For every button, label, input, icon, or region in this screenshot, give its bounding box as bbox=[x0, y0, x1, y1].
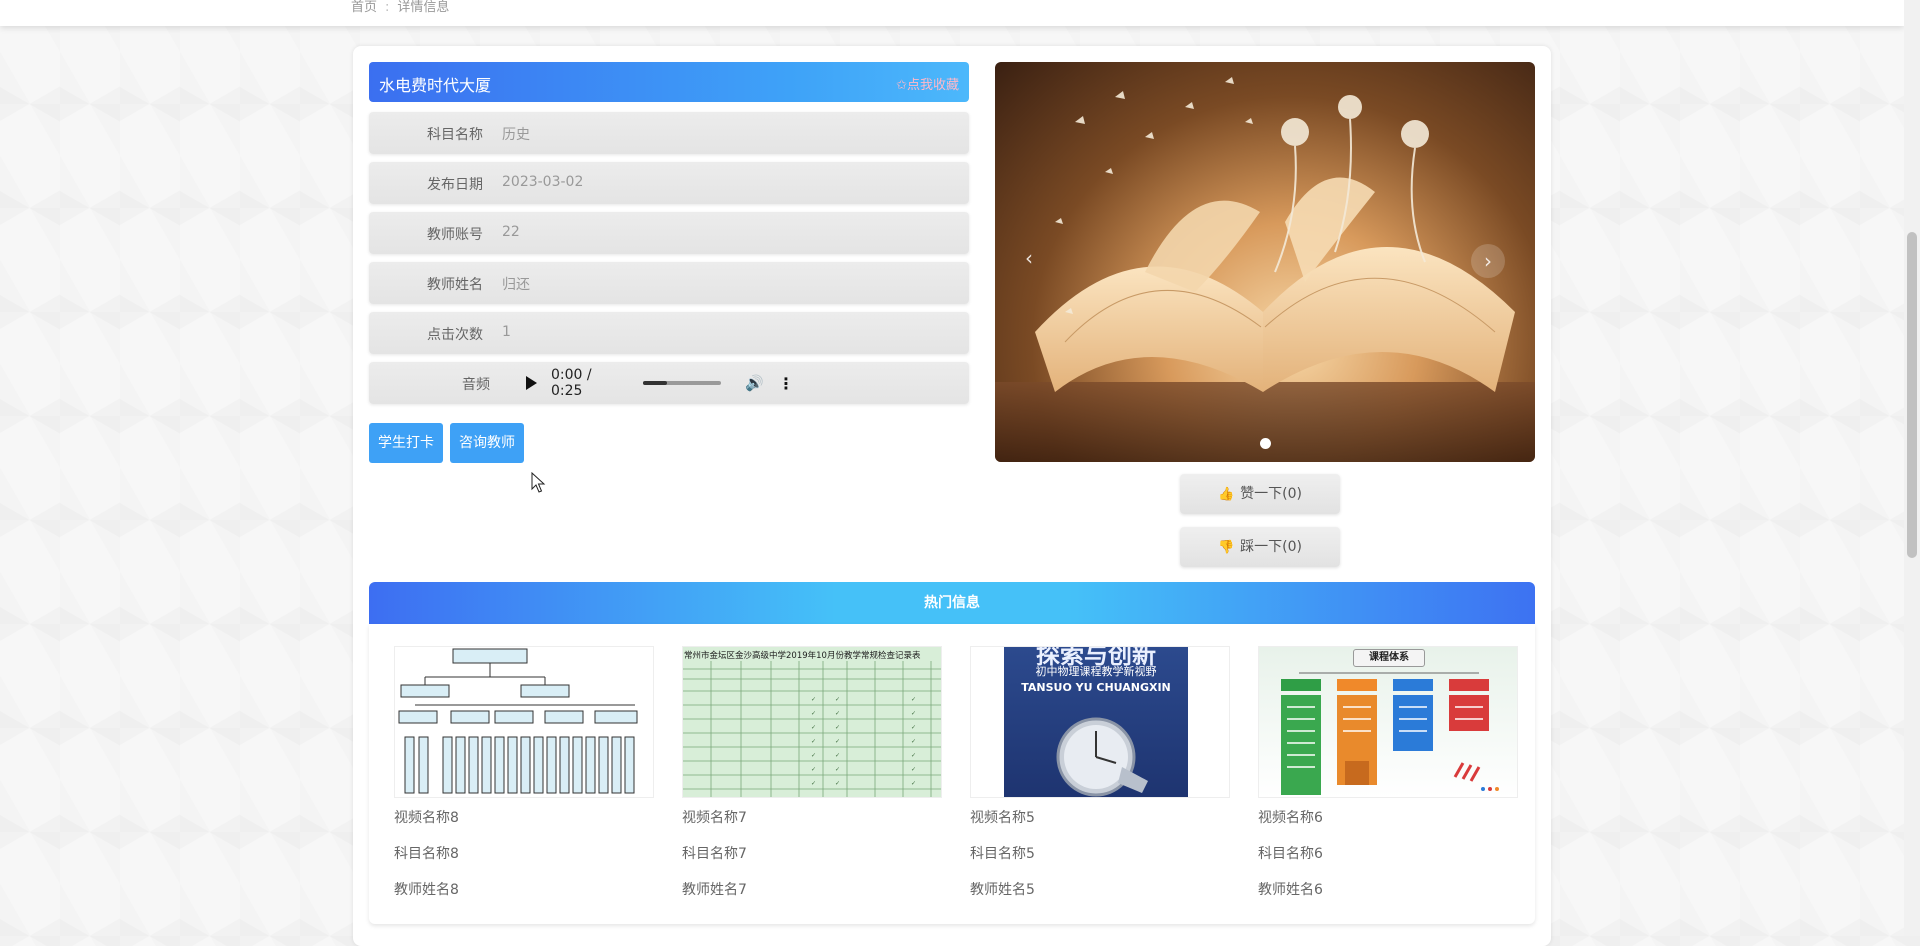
thumbs-down-icon: 👎 bbox=[1217, 540, 1235, 555]
favorite-button[interactable]: ✩点我收藏 bbox=[896, 74, 959, 93]
hot-item-name[interactable]: 视频名称8 bbox=[394, 800, 654, 836]
book-cover-image: 探索与创新 初中物理课程教学新视野 TANSUO YU CHUANGXIN bbox=[1004, 647, 1188, 797]
audio-progress-fill bbox=[643, 381, 667, 385]
svg-text:✓: ✓ bbox=[835, 710, 840, 717]
thumbnail-title: 课程体系 bbox=[1353, 649, 1425, 667]
field-label: 发布日期 bbox=[427, 177, 483, 193]
dislike-label: 踩一下(0) bbox=[1240, 539, 1303, 555]
hot-item-thumbnail[interactable]: 课程体系 bbox=[1258, 646, 1518, 798]
student-checkin-button[interactable]: 学生打卡 bbox=[369, 423, 443, 463]
svg-text:✓: ✓ bbox=[811, 780, 816, 787]
svg-text:✓: ✓ bbox=[911, 738, 916, 745]
book-image bbox=[995, 77, 1535, 462]
cover-pinyin: TANSUO YU CHUANGXIN bbox=[1021, 681, 1171, 694]
page-scrollbar[interactable] bbox=[1904, 0, 1920, 936]
volume-icon[interactable]: 🔊 bbox=[745, 374, 764, 392]
more-options-icon[interactable]: ⋮ bbox=[778, 374, 794, 393]
field-row-teacher-name: 教师姓名 归还 bbox=[369, 262, 969, 304]
svg-text:✓: ✓ bbox=[811, 710, 816, 717]
svg-text:✓: ✓ bbox=[835, 766, 840, 773]
field-row-publish-date: 发布日期 2023-03-02 bbox=[369, 162, 969, 204]
hot-item-thumbnail[interactable]: 常州市金坛区金沙高级中学2019年10月份教学常规检查记录表 ✓ ✓ ✓ ✓ ✓ ✓ ✓… bbox=[682, 646, 942, 798]
svg-text:✓: ✓ bbox=[811, 696, 816, 703]
clock-icon bbox=[1056, 717, 1148, 797]
scrollbar-thumb[interactable] bbox=[1907, 232, 1917, 558]
svg-text:✓: ✓ bbox=[835, 738, 840, 745]
field-label: 音频 bbox=[462, 377, 490, 393]
svg-text:✓: ✓ bbox=[811, 724, 816, 731]
audio-player: 0:00 / 0:25 🔊 ⋮ bbox=[514, 367, 794, 399]
svg-text:✓: ✓ bbox=[835, 780, 840, 787]
field-value: 2023-03-02 bbox=[502, 174, 584, 190]
svg-text:✓: ✓ bbox=[911, 710, 916, 717]
hot-item-teacher: 教师姓名7 bbox=[682, 882, 747, 898]
like-label: 赞一下(0) bbox=[1240, 486, 1303, 502]
carousel-indicator-dot[interactable] bbox=[1260, 438, 1271, 449]
course-system-diagram bbox=[1281, 672, 1499, 795]
hot-item[interactable]: 课程体系 视频名称6 科目名称6 教师姓名6 bbox=[1258, 646, 1518, 908]
field-label: 教师姓名 bbox=[427, 277, 483, 293]
hot-item-teacher: 教师姓名6 bbox=[1258, 882, 1323, 898]
field-value: 历史 bbox=[502, 127, 530, 143]
svg-text:✓: ✓ bbox=[811, 752, 816, 759]
svg-text:✓: ✓ bbox=[811, 766, 816, 773]
svg-text:✓: ✓ bbox=[911, 724, 916, 731]
svg-text:✓: ✓ bbox=[911, 696, 916, 703]
detail-title-bar: 水电费时代大厦 ✩点我收藏 bbox=[369, 62, 969, 102]
hot-item[interactable]: 视频名称8 科目名称8 教师姓名8 bbox=[394, 646, 654, 908]
field-label: 点击次数 bbox=[427, 327, 483, 343]
detail-title: 水电费时代大厦 bbox=[379, 76, 492, 95]
field-row-subject: 科目名称 历史 bbox=[369, 112, 969, 154]
breadcrumb-current: 详情信息 bbox=[397, 0, 450, 15]
field-value: 22 bbox=[502, 224, 520, 240]
field-label: 科目名称 bbox=[427, 127, 483, 143]
hot-item[interactable]: 常州市金坛区金沙高级中学2019年10月份教学常规检查记录表 ✓ ✓ ✓ ✓ ✓ ✓ ✓… bbox=[682, 646, 942, 908]
like-button[interactable]: 👍 赞一下(0) bbox=[1180, 474, 1340, 514]
carousel-prev-icon[interactable]: ‹ bbox=[1025, 246, 1033, 270]
hot-section-header: 热门信息 bbox=[369, 582, 1535, 624]
audio-time: 0:00 / 0:25 bbox=[551, 367, 592, 399]
hot-item[interactable]: 探索与创新 初中物理课程教学新视野 TANSUO YU CHUANGXIN 视频… bbox=[970, 646, 1230, 908]
svg-text:✓: ✓ bbox=[835, 724, 840, 731]
field-row-click-count: 点击次数 1 bbox=[369, 312, 969, 354]
hot-item-subject: 科目名称6 bbox=[1258, 846, 1323, 862]
field-value: 1 bbox=[502, 324, 511, 340]
thumbs-up-icon: 👍 bbox=[1217, 487, 1235, 502]
hot-item-subject: 科目名称8 bbox=[394, 846, 459, 862]
field-value: 归还 bbox=[502, 277, 530, 293]
carousel-next-icon[interactable]: › bbox=[1471, 244, 1505, 278]
breadcrumb-home[interactable]: 首页 bbox=[351, 0, 377, 15]
mouse-cursor-icon bbox=[531, 472, 546, 493]
play-icon[interactable] bbox=[526, 376, 537, 390]
svg-text:✓: ✓ bbox=[835, 696, 840, 703]
hot-item-name[interactable]: 视频名称6 bbox=[1258, 800, 1518, 836]
consult-teacher-button[interactable]: 咨询教师 bbox=[450, 423, 524, 463]
thumbnail-title: 常州市金坛区金沙高级中学2019年10月份教学常规检查记录表 bbox=[684, 651, 921, 661]
svg-text:✓: ✓ bbox=[911, 752, 916, 759]
field-row-teacher-account: 教师账号 22 bbox=[369, 212, 969, 254]
breadcrumb: 首页: 详情信息 bbox=[351, 0, 449, 15]
hot-item-thumbnail[interactable] bbox=[394, 646, 654, 798]
hot-item-teacher: 教师姓名5 bbox=[970, 882, 1035, 898]
hot-item-name[interactable]: 视频名称7 bbox=[682, 800, 942, 836]
hot-item-name[interactable]: 视频名称5 bbox=[970, 800, 1230, 836]
field-row-audio: 音频 0:00 / 0:25 🔊 ⋮ bbox=[369, 362, 969, 404]
svg-text:✓: ✓ bbox=[835, 752, 840, 759]
spreadsheet-image: ✓ ✓ ✓ ✓ ✓ ✓ ✓ ✓ ✓ ✓ ✓ ✓ ✓ ✓ ✓ ✓ ✓ ✓ ✓ ✓ ✓ bbox=[683, 661, 941, 797]
hot-item-subject: 科目名称5 bbox=[970, 846, 1035, 862]
breadcrumb-separator: : bbox=[385, 0, 390, 15]
image-carousel[interactable]: ‹ › bbox=[995, 62, 1535, 462]
svg-text:✓: ✓ bbox=[911, 766, 916, 773]
hot-item-subject: 科目名称7 bbox=[682, 846, 747, 862]
cover-subtitle: 初中物理课程教学新视野 bbox=[1035, 665, 1157, 678]
svg-text:✓: ✓ bbox=[811, 738, 816, 745]
svg-text:✓: ✓ bbox=[911, 780, 916, 787]
org-chart-image bbox=[398, 648, 638, 794]
hot-item-thumbnail[interactable]: 探索与创新 初中物理课程教学新视野 TANSUO YU CHUANGXIN bbox=[970, 646, 1230, 798]
audio-progress-slider[interactable] bbox=[643, 381, 722, 385]
field-label: 教师账号 bbox=[427, 227, 483, 243]
dislike-button[interactable]: 👎 踩一下(0) bbox=[1180, 527, 1340, 567]
top-bar: 首页: 详情信息 bbox=[0, 0, 1904, 26]
hot-item-teacher: 教师姓名8 bbox=[394, 882, 459, 898]
